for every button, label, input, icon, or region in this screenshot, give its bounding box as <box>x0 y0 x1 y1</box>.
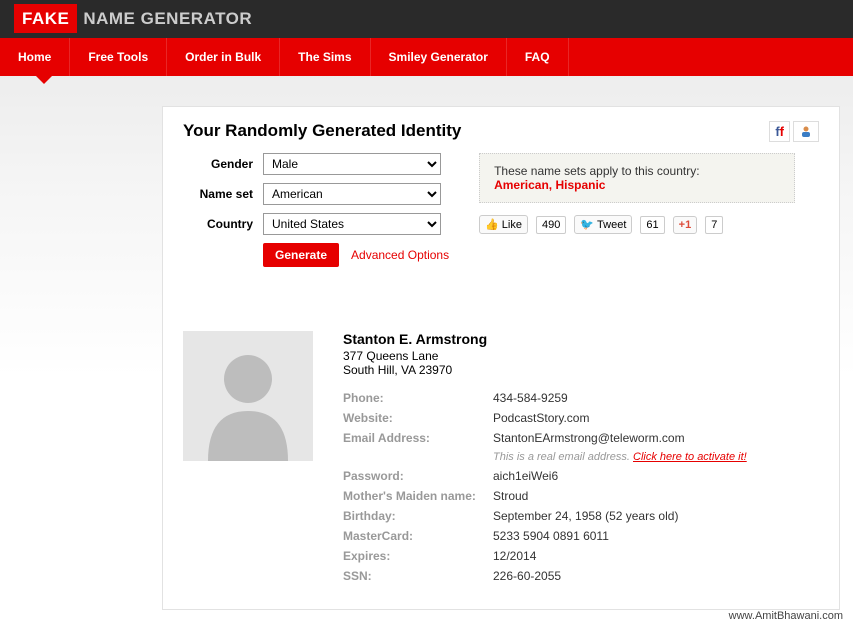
avatar-silhouette-icon <box>193 341 303 461</box>
fb-like-count: 490 <box>536 216 566 234</box>
email-note: This is a real email address. Click here… <box>493 451 747 463</box>
social-icon-person[interactable] <box>793 121 819 142</box>
brand-fake-badge: FAKE <box>14 4 77 33</box>
nameset-select[interactable]: American <box>263 183 441 205</box>
phone-value: 434-584-9259 <box>493 391 568 405</box>
country-label: Country <box>183 217 263 231</box>
generated-name: Stanton E. Armstrong <box>343 331 819 347</box>
birthday-label: Birthday: <box>343 509 493 523</box>
watermark: www.AmitBhawani.com <box>729 610 843 622</box>
nav-smiley[interactable]: Smiley Generator <box>371 38 507 76</box>
nav-home[interactable]: Home <box>0 38 70 76</box>
ssn-label: SSN: <box>343 569 493 583</box>
person-icon <box>799 125 813 139</box>
ssn-value: 226-60-2055 <box>493 569 561 583</box>
corner-icons: ff <box>769 121 819 142</box>
gplus-count: 7 <box>705 216 723 234</box>
card-value: 5233 5904 0891 6011 <box>493 529 609 543</box>
social-row: 👍Like 490 🐦Tweet 61 +1 7 <box>479 215 795 234</box>
card-label: MasterCard: <box>343 529 493 543</box>
social-icon-ff[interactable]: ff <box>769 121 790 142</box>
country-select[interactable]: United States <box>263 213 441 235</box>
generated-address: 377 Queens Lane South Hill, VA 23970 <box>343 349 819 377</box>
brand-text: NAME GENERATOR <box>83 9 252 28</box>
main-card: Your Randomly Generated Identity ff Gend… <box>162 106 840 610</box>
thumb-icon: 👍 <box>485 218 499 231</box>
advanced-options-link[interactable]: Advanced Options <box>351 248 449 262</box>
website-label: Website: <box>343 411 493 425</box>
password-value: aich1eiWei6 <box>493 469 558 483</box>
expires-label: Expires: <box>343 549 493 563</box>
nav-order-bulk[interactable]: Order in Bulk <box>167 38 280 76</box>
profile: Stanton E. Armstrong 377 Queens Lane Sou… <box>183 331 819 589</box>
email-label: Email Address: <box>343 431 493 445</box>
twitter-icon: 🐦 <box>580 218 594 231</box>
maiden-label: Mother's Maiden name: <box>343 489 493 503</box>
nav-free-tools[interactable]: Free Tools <box>70 38 167 76</box>
nameset-label: Name set <box>183 187 263 201</box>
avatar <box>183 331 313 461</box>
phone-label: Phone: <box>343 391 493 405</box>
nav-active-indicator <box>36 76 52 84</box>
generate-button[interactable]: Generate <box>263 243 339 267</box>
note-box: These name sets apply to this country: A… <box>479 153 795 203</box>
tweet-count: 61 <box>640 216 664 234</box>
fb-like-button[interactable]: 👍Like <box>479 215 528 234</box>
details: Stanton E. Armstrong 377 Queens Lane Sou… <box>343 331 819 589</box>
nav-sims[interactable]: The Sims <box>280 38 370 76</box>
expires-value: 12/2014 <box>493 549 536 563</box>
birthday-value: September 24, 1958 (52 years old) <box>493 509 678 523</box>
gplus-button[interactable]: +1 <box>673 216 698 234</box>
note-sets: American, Hispanic <box>494 178 780 192</box>
nav-faq[interactable]: FAQ <box>507 38 569 76</box>
brand: FAKENAME GENERATOR <box>14 9 252 29</box>
gender-label: Gender <box>183 157 263 171</box>
maiden-value: Stroud <box>493 489 528 503</box>
password-label: Password: <box>343 469 493 483</box>
gender-select[interactable]: Male <box>263 153 441 175</box>
main-nav: Home Free Tools Order in Bulk The Sims S… <box>0 38 853 76</box>
note-line: These name sets apply to this country: <box>494 164 780 178</box>
tweet-button[interactable]: 🐦Tweet <box>574 215 632 234</box>
topbar: FAKE NAME GENERATOR <box>0 0 853 38</box>
activate-email-link[interactable]: Click here to activate it! <box>633 451 747 463</box>
options-form: Gender Male Name set American Country Un… <box>183 153 449 275</box>
page-title: Your Randomly Generated Identity <box>183 121 461 141</box>
email-value: StantonEArmstrong@teleworm.com <box>493 431 685 445</box>
website-value: PodcastStory.com <box>493 411 589 425</box>
